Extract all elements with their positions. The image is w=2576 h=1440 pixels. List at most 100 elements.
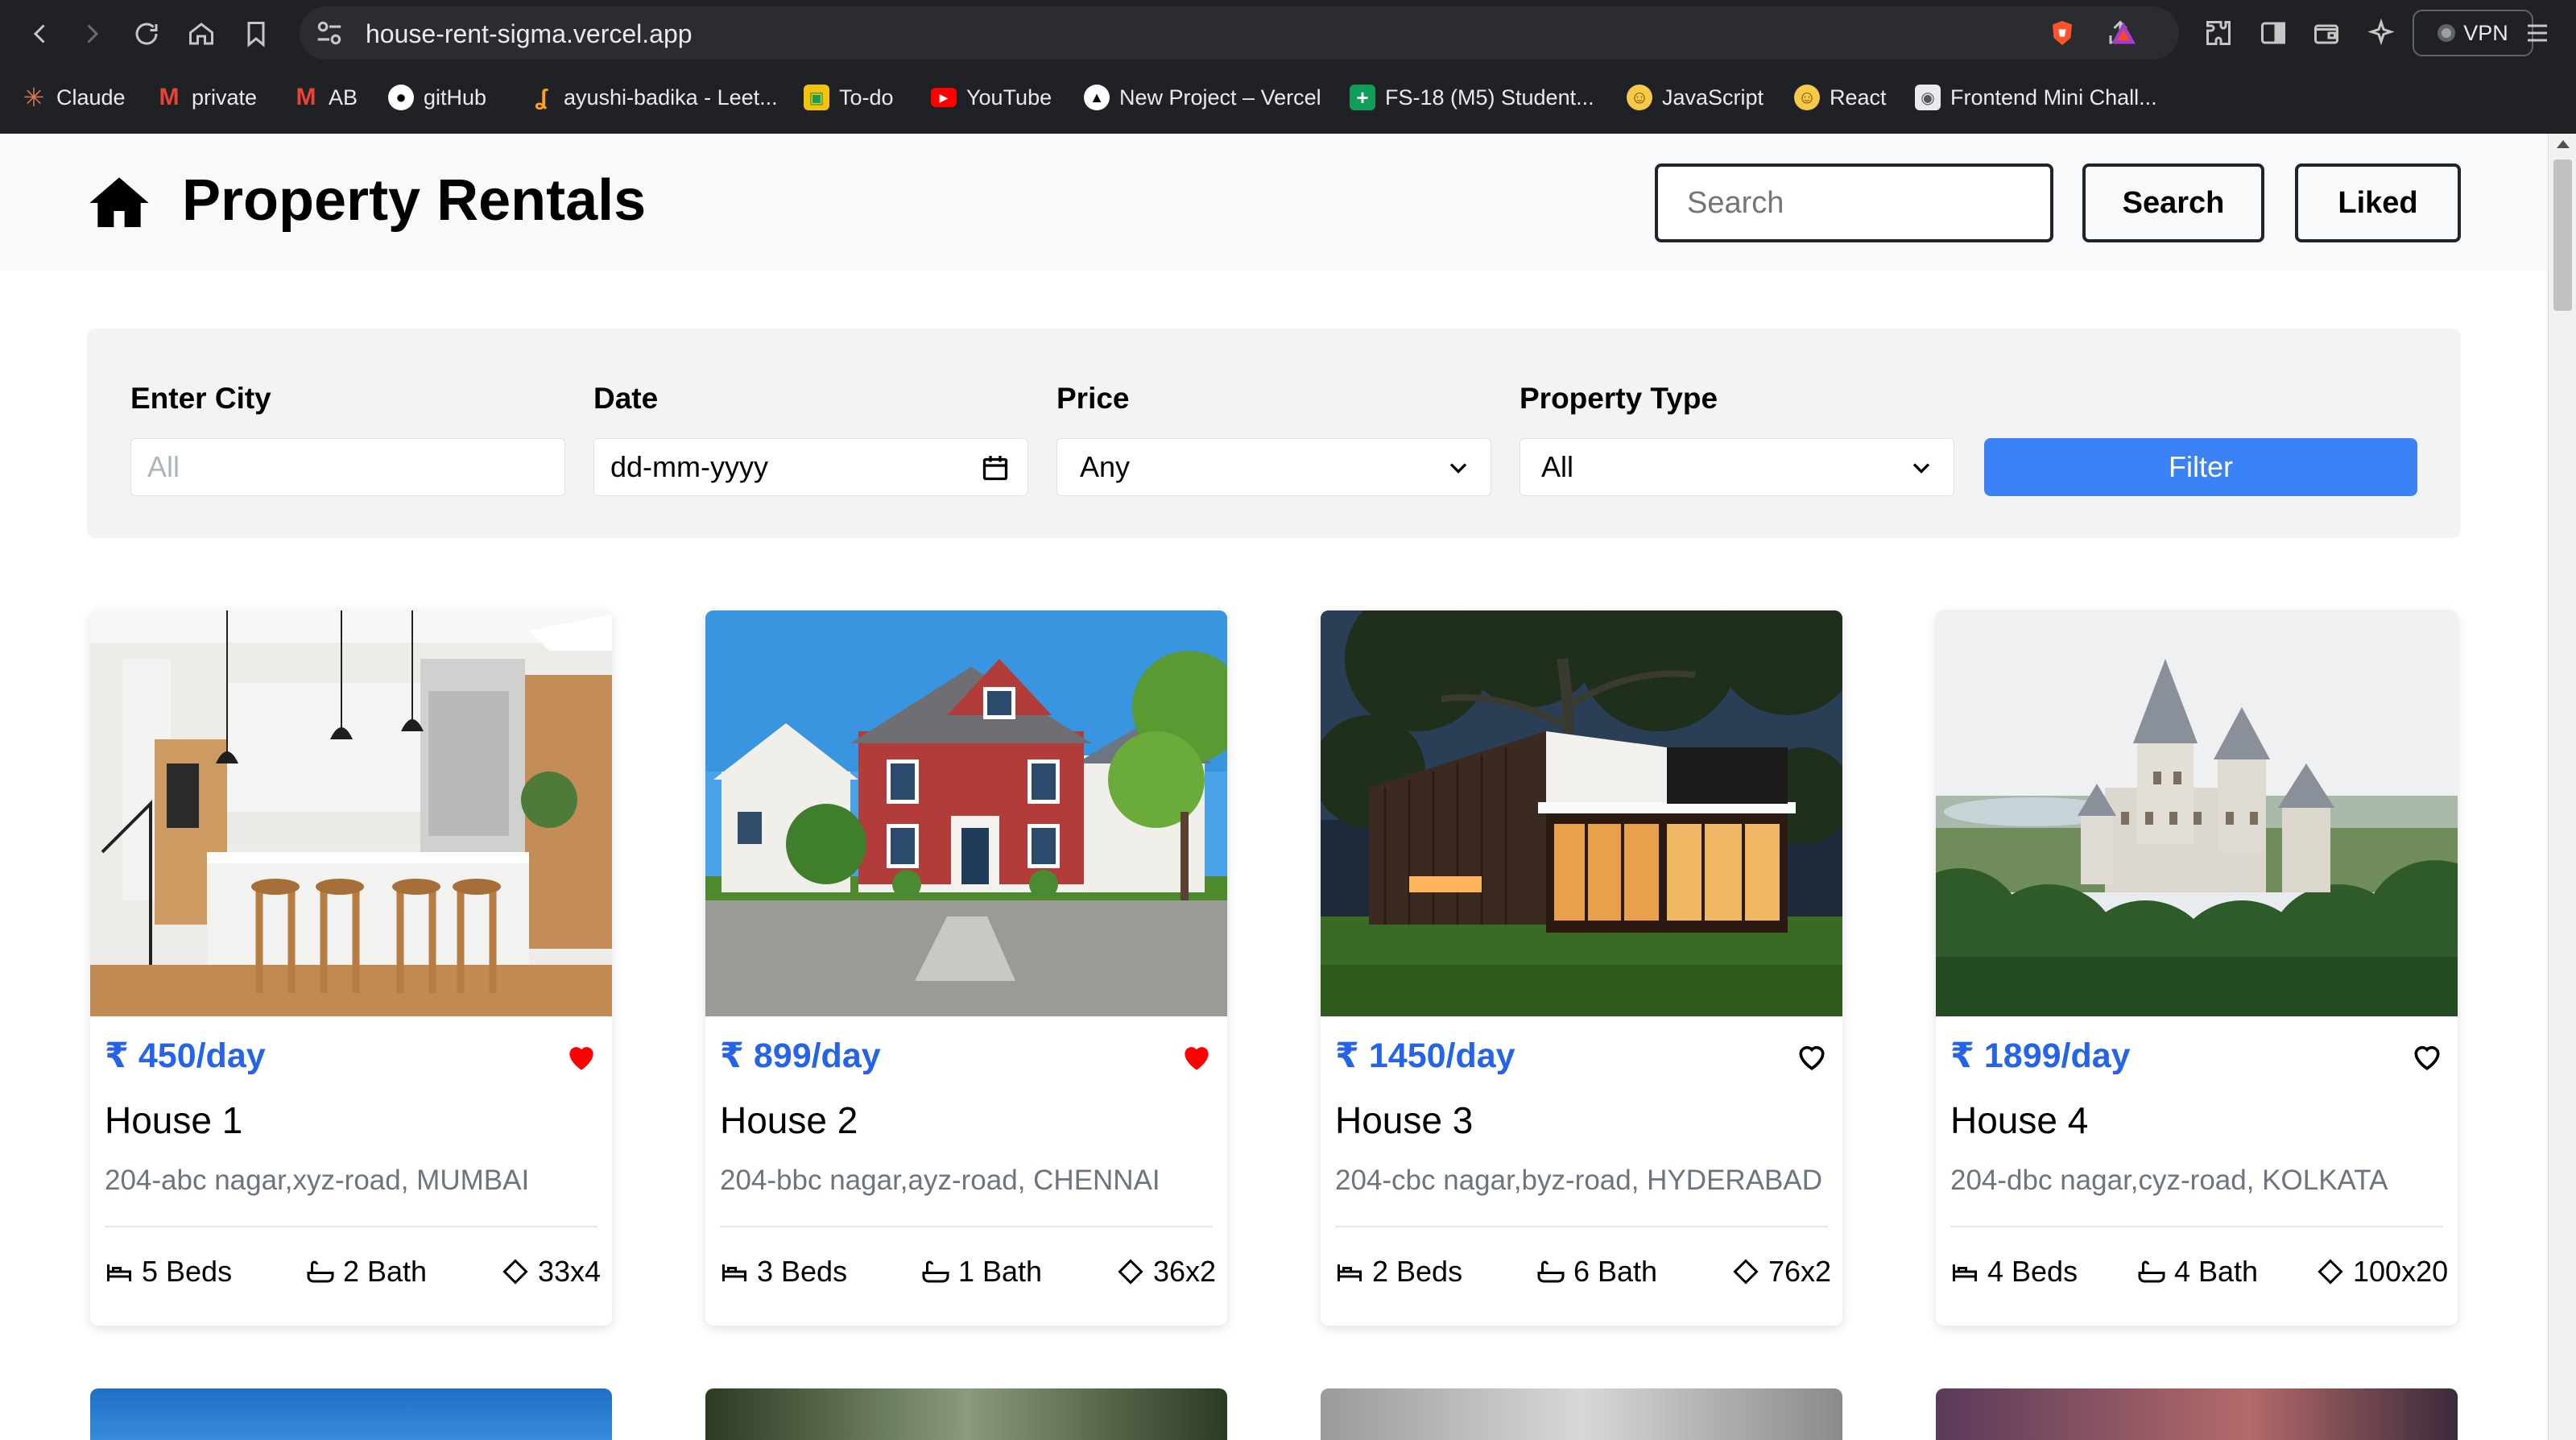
heart-outline-icon[interactable] <box>1794 1039 1830 1074</box>
divider <box>1335 1226 1828 1227</box>
filter-button[interactable]: Filter <box>1984 438 2417 496</box>
bookmark-item[interactable]: ✳ Claude <box>21 77 126 118</box>
bed-icon <box>1953 1264 1977 1281</box>
smiley-icon: ☺ <box>1627 85 1652 110</box>
bookmark-item[interactable]: + FS-18 (M5) Student... <box>1350 77 1594 118</box>
area-size: 36x2 <box>1153 1255 1217 1288</box>
city-input[interactable]: All <box>130 438 565 496</box>
page: Property Rentals Search Liked Enter City… <box>0 134 2548 1440</box>
bookmark-label: To-do <box>839 85 894 110</box>
scroll-up-arrow-icon[interactable] <box>2557 140 2570 148</box>
property-title: House 2 <box>720 1099 858 1141</box>
vpn-status-icon <box>2437 24 2456 42</box>
bookmark-item[interactable]: M private <box>156 77 258 118</box>
divider <box>720 1226 1213 1227</box>
bath-icon <box>1537 1260 1565 1283</box>
wallet-icon[interactable] <box>2309 16 2343 50</box>
area-diamond-icon <box>2318 1259 2343 1285</box>
site-settings-icon[interactable] <box>314 18 345 48</box>
property-card[interactable]: ₹ 899/day House 2 204-bbc nagar,ayz-road… <box>705 610 1227 1326</box>
bookmark-item[interactable]: ʆ ayushi-badika - Leet... <box>528 77 778 118</box>
bookmark-item[interactable]: ● gitHub <box>388 77 486 118</box>
beds-feature: 3 Beds <box>720 1255 847 1289</box>
beds-feature: 5 Beds <box>105 1255 232 1289</box>
search-input[interactable] <box>1655 163 2053 242</box>
address-bar[interactable]: house-rent-sigma.vercel.app <box>300 6 2179 60</box>
property-type-select[interactable]: All <box>1520 438 1954 496</box>
bookmark-item[interactable]: ☺ JavaScript <box>1627 77 1764 118</box>
sidebar-icon[interactable] <box>2256 16 2290 50</box>
site-title: Property Rentals <box>182 168 647 233</box>
heart-filled-icon[interactable] <box>1179 1039 1214 1074</box>
property-card[interactable]: ₹ 1450/day House 3 204-cbc nagar,byz-roa… <box>1321 610 1842 1326</box>
price: ₹ 450/day <box>105 1037 266 1075</box>
bath-count: 2 Bath <box>343 1255 428 1288</box>
gmail-icon: M <box>296 84 316 110</box>
bath-count: 6 Bath <box>1573 1255 1658 1288</box>
bookmark-item[interactable]: ☺ React <box>1794 77 1887 118</box>
bookmark-icon[interactable] <box>238 16 274 52</box>
bookmark-item[interactable]: ▶ YouTube <box>931 77 1052 118</box>
leetcode-icon: ʆ <box>535 85 548 110</box>
bookmarks-bar: ✳ Claude M private M AB ● gitHub ʆ ayush… <box>0 77 2576 118</box>
area-diamond-icon <box>502 1259 528 1285</box>
vercel-icon: ▲ <box>1084 85 1110 110</box>
bookmark-item[interactable]: M AB <box>293 77 358 118</box>
bookmark-item[interactable]: ▣ To-do <box>804 77 894 118</box>
divider <box>1950 1226 2443 1227</box>
property-card-next[interactable] <box>1321 1388 1842 1440</box>
menu-icon[interactable] <box>2520 16 2554 50</box>
property-address: 204-dbc nagar,cyz-road, KOLKATA <box>1950 1165 2388 1196</box>
forward-icon[interactable] <box>74 16 110 52</box>
bookmark-label: YouTube <box>966 85 1052 110</box>
bookmark-label: Frontend Mini Chall... <box>1950 85 2157 110</box>
extensions-icon[interactable] <box>2202 16 2235 50</box>
vpn-button[interactable]: VPN <box>2413 10 2533 56</box>
heart-filled-icon[interactable] <box>564 1039 599 1074</box>
property-card[interactable]: ₹ 450/day House 1 204-abc nagar,xyz-road… <box>90 610 612 1326</box>
property-card[interactable]: ₹ 1899/day House 4 204-dbc nagar,cyz-roa… <box>1936 610 2458 1326</box>
heart-outline-icon[interactable] <box>2409 1039 2445 1074</box>
bookmark-label: ayushi-badika - Leet... <box>564 85 778 110</box>
date-input[interactable]: dd-mm-yyyy <box>593 438 1028 496</box>
property-card-next[interactable] <box>1936 1388 2458 1440</box>
property-image[interactable] <box>90 610 612 1016</box>
url-text[interactable]: house-rent-sigma.vercel.app <box>366 19 693 49</box>
area-feature: 76x2 <box>1731 1255 1831 1289</box>
property-card-next[interactable] <box>90 1388 612 1440</box>
back-icon[interactable] <box>23 16 58 52</box>
search-button[interactable]: Search <box>2082 163 2264 242</box>
area-size: 76x2 <box>1768 1255 1832 1288</box>
price-select[interactable]: Any <box>1056 438 1491 496</box>
property-image[interactable] <box>1936 610 2458 1016</box>
chevron-down-icon <box>1912 463 1930 474</box>
bookmark-item[interactable]: ◉ Frontend Mini Chall... <box>1915 77 2157 118</box>
beds-count: 5 Beds <box>142 1255 233 1288</box>
area-feature: 33x4 <box>501 1255 601 1289</box>
property-image[interactable] <box>705 610 1227 1016</box>
property-image[interactable] <box>1321 610 1842 1016</box>
home-icon[interactable] <box>184 16 219 52</box>
vpn-label: VPN <box>2463 20 2508 45</box>
bath-icon <box>922 1260 949 1283</box>
browser-toolbar: house-rent-sigma.vercel.app VPN <box>0 0 2576 66</box>
property-address: 204-abc nagar,xyz-road, MUMBAI <box>105 1165 530 1196</box>
scroll-thumb[interactable] <box>2553 159 2572 311</box>
beds-count: 2 Beds <box>1372 1255 1463 1288</box>
beds-feature: 4 Beds <box>1950 1255 2078 1289</box>
gmail-icon: M <box>159 84 180 110</box>
calendar-icon[interactable] <box>981 453 1010 482</box>
reload-icon[interactable] <box>129 16 164 52</box>
area-feature: 100x20 <box>2316 1255 2448 1289</box>
github-icon: ● <box>388 85 414 110</box>
property-card-next[interactable] <box>705 1388 1227 1440</box>
page-scrollbar[interactable] <box>2548 134 2576 1440</box>
brave-shield-icon[interactable] <box>2045 16 2079 50</box>
city-placeholder: All <box>147 450 180 483</box>
property-title: House 4 <box>1950 1099 2089 1141</box>
brave-rewards-icon[interactable] <box>2107 16 2140 50</box>
bath-feature: 4 Bath <box>2137 1255 2258 1289</box>
liked-button[interactable]: Liked <box>2295 163 2461 242</box>
leo-ai-icon[interactable] <box>2364 16 2398 50</box>
bookmark-item[interactable]: ▲ New Project – Vercel <box>1084 77 1321 118</box>
